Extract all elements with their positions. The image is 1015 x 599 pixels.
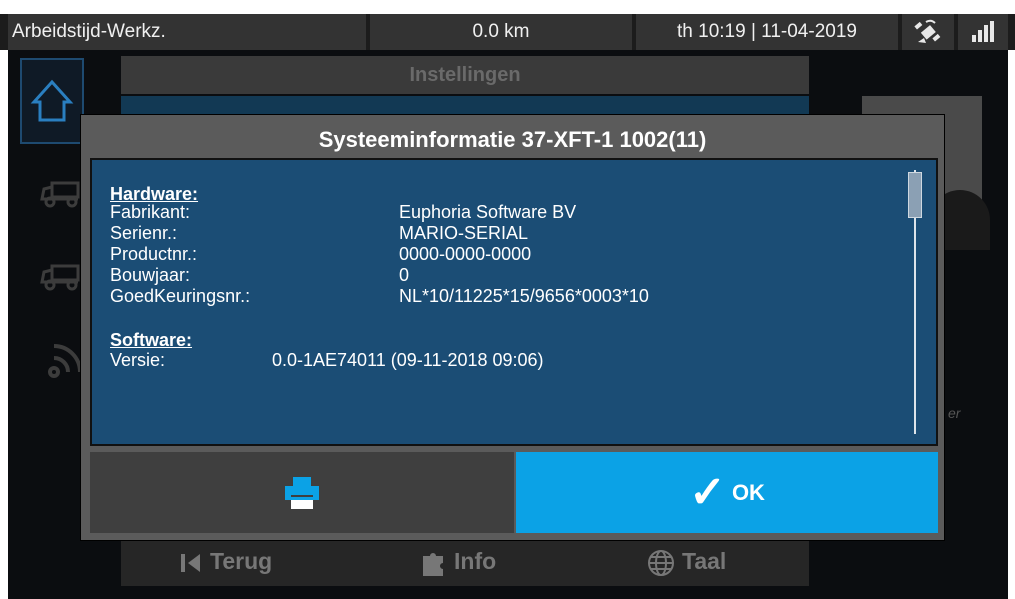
back-label: Terug [210,548,273,574]
product-number-label: Productnr.: [110,244,198,264]
datetime-readout: th 10:19 | 11-04-2019 [636,14,898,50]
dialog-content-frame: Hardware: Fabrikant: Euphoria Software B… [90,158,938,446]
build-year-label: Bouwjaar: [110,265,191,285]
serial-label: Serienr.: [110,223,178,243]
approval-number-label: GoedKeuringsnr.: [110,286,251,306]
serial-value: MARIO-SERIAL [399,223,529,243]
system-info-dialog: Systeeminformatie 37-XFT-1 1002(11) Hard… [80,114,945,541]
approval-number-value: NL*10/11225*15/9656*0003*10 [399,286,649,306]
print-button[interactable] [90,452,514,533]
signal-strength-icon [958,14,1008,50]
info-button[interactable]: Info [418,536,496,586]
language-label: Taal [682,548,727,574]
manufacturer-label: Fabrikant: [110,202,191,222]
gps-satellite-icon [902,14,954,50]
dialog-content[interactable]: Hardware: Fabrikant: Euphoria Software B… [92,160,936,444]
distance-readout: 0.0 km [370,14,632,50]
back-button[interactable]: Terug [178,536,272,586]
content-scrollbar[interactable] [908,170,922,434]
home-button[interactable] [20,58,84,144]
activity-status: Arbeidstijd-Werkz. [8,14,366,50]
version-label: Versie: [110,350,166,370]
ok-label: OK [731,479,765,505]
version-value: 0.0-1AE74011 (09-11-2018 09:06) [272,350,544,370]
side-panel-text: er [948,405,961,421]
printer-icon [285,476,319,509]
globe-icon [648,549,674,576]
software-heading: Software: [110,330,193,350]
dialog-title: Systeeminformatie 37-XFT-1 1002(11) [318,127,707,152]
header-highlight [121,96,809,116]
back-icon [181,553,200,572]
status-bar: Arbeidstijd-Werkz. 0.0 km th 10:19 | 11-… [0,14,1015,50]
home-icon [30,79,74,122]
build-year-value: 0 [399,265,410,285]
scrollbar-thumb[interactable] [908,172,922,218]
ok-button[interactable]: ✓ OK [516,452,938,533]
truck-icon[interactable] [36,175,86,214]
info-puzzle-icon [423,552,443,576]
info-label: Info [454,548,497,574]
manufacturer-value: Euphoria Software BV [399,202,577,222]
checkmark-icon: ✓ [689,467,726,517]
product-number-value: 0000-0000-0000 [399,244,532,264]
truck-icon[interactable] [36,258,86,297]
language-button[interactable]: Taal [646,536,726,586]
settings-header: Instellingen [121,56,809,94]
